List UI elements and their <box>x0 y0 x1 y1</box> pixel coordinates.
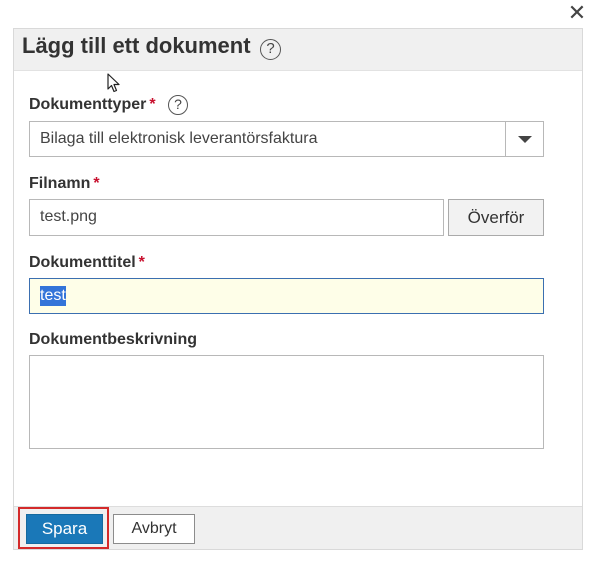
document-type-label: Dokumenttyper * <box>29 96 156 113</box>
document-title-value: test <box>40 286 66 306</box>
document-type-value: Bilaga till elektronisk leverantörsfaktu… <box>40 130 318 147</box>
upload-button[interactable]: Överför <box>448 199 544 236</box>
document-type-help-icon[interactable]: ? <box>168 95 188 115</box>
required-marker: * <box>93 175 100 192</box>
document-description-label: Dokumentbeskrivning <box>29 331 198 348</box>
document-description-field[interactable] <box>29 355 544 449</box>
add-document-dialog: Lägg till ett dokument ? Dokumenttyper * … <box>13 28 583 550</box>
close-icon[interactable]: ✕ <box>566 2 588 24</box>
required-marker: * <box>138 254 145 271</box>
document-title-label: Dokumenttitel * <box>29 254 145 271</box>
mouse-pointer-icon <box>107 73 120 93</box>
document-type-select[interactable]: Bilaga till elektronisk leverantörsfaktu… <box>29 121 544 157</box>
cancel-button[interactable]: Avbryt <box>113 514 195 544</box>
required-marker: * <box>149 96 156 113</box>
chevron-down-icon[interactable] <box>505 122 543 156</box>
file-name-field[interactable]: test.png <box>29 199 444 236</box>
dialog-title: Lägg till ett dokument <box>22 33 251 58</box>
save-button[interactable]: Spara <box>26 514 103 544</box>
file-name-label: Filnamn * <box>29 175 100 192</box>
dialog-header: Lägg till ett dokument ? <box>14 29 582 71</box>
help-icon[interactable]: ? <box>260 39 281 60</box>
document-title-field[interactable]: test <box>29 278 544 314</box>
